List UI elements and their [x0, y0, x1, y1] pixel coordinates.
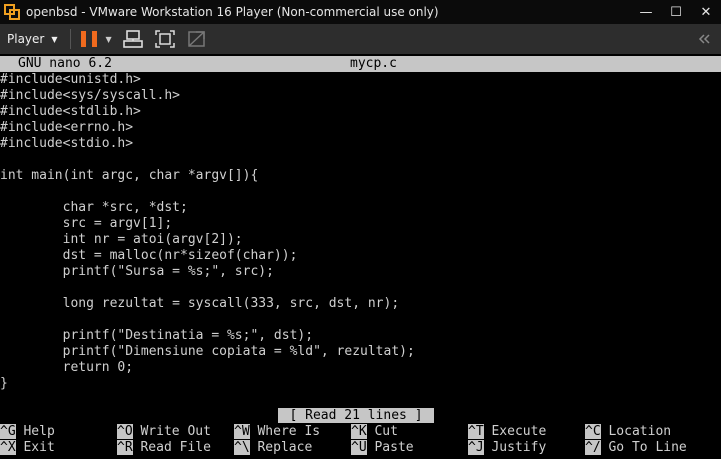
shortcut-write-out: ^O Write Out [117, 424, 211, 440]
shortcut-location: ^C Location [585, 424, 671, 440]
shortcut-label: Help [23, 424, 55, 439]
shortcut-label: Execute [491, 424, 547, 439]
player-menu-button[interactable]: Player ▼ [7, 32, 58, 46]
shortcut-exit: ^X Exit [0, 440, 55, 456]
nano-filename: mycp.c [350, 56, 397, 71]
vm-toolbar: Player ▼ ▼ [0, 24, 721, 54]
shortcut-replace: ^\ Replace [234, 440, 312, 456]
shortcut-read-file: ^R Read File [117, 440, 211, 456]
maximize-button[interactable]: ☐ [661, 0, 691, 24]
code-line: printf("Sursa = %s;", src); [0, 264, 274, 279]
shortcut-go-to-line: ^/ Go To Line [585, 440, 687, 456]
shortcut-key: ^T [468, 424, 484, 439]
player-menu-label: Player [7, 32, 45, 46]
collapse-icon[interactable] [695, 30, 713, 48]
shortcut-key: ^C [585, 424, 601, 439]
shortcut-label: Location [608, 424, 672, 439]
shortcut-help: ^G Help [0, 424, 55, 440]
shortcut-key: ^\ [234, 440, 250, 455]
vmware-app-icon[interactable] [4, 4, 20, 20]
power-menu-chevron-icon[interactable]: ▼ [106, 35, 112, 44]
code-line: dst = malloc(nr*sizeof(char)); [0, 248, 298, 263]
code-line: return 0; [0, 360, 134, 375]
shortcut-label: Exit [23, 440, 55, 455]
code-line: printf("Destinatia = %s;", dst); [0, 328, 314, 343]
shortcut-key: ^K [351, 424, 367, 439]
shortcut-label: Paste [374, 440, 414, 455]
shortcut-label: Read File [140, 440, 211, 455]
status-message: [ Read 21 lines ] [278, 408, 434, 423]
shortcut-key: ^W [234, 424, 250, 439]
code-line: int main(int argc, char *argv[]){ [0, 168, 259, 183]
fullscreen-icon[interactable] [154, 28, 176, 50]
shortcut-label: Cut [374, 424, 398, 439]
window-title: openbsd - VMware Workstation 16 Player (… [26, 5, 439, 19]
nano-header: GNU nano 6.2 mycp.c [0, 56, 721, 72]
shortcut-key: ^G [0, 424, 16, 439]
shortcut-paste: ^U Paste [351, 440, 414, 456]
shortcut-key: ^R [117, 440, 133, 455]
code-line: #include<stdlib.h> [0, 104, 141, 119]
minimize-button[interactable]: — [631, 0, 661, 24]
code-line: #include<errno.h> [0, 120, 134, 135]
shortcut-key: ^X [0, 440, 16, 455]
shortcut-label: Where Is [257, 424, 321, 439]
shortcut-execute: ^T Execute [468, 424, 546, 440]
shortcut-label: Justify [491, 440, 547, 455]
title-bar: openbsd - VMware Workstation 16 Player (… [0, 0, 721, 24]
send-ctrl-alt-del-icon[interactable] [122, 28, 144, 50]
shortcut-key: ^/ [585, 440, 601, 455]
vm-console[interactable]: GNU nano 6.2 mycp.c #include<unistd.h> #i… [0, 54, 721, 459]
pause-icon[interactable] [80, 31, 97, 47]
shortcut-justify: ^J Justify [468, 440, 546, 456]
shortcut-key: ^J [468, 440, 484, 455]
code-line: #include<unistd.h> [0, 72, 141, 87]
code-line: #include<stdio.h> [0, 136, 134, 151]
shortcut-where-is: ^W Where Is [234, 424, 320, 440]
code-line: #include<sys/syscall.h> [0, 88, 181, 103]
nano-version: GNU nano 6.2 [18, 56, 112, 71]
code-line: char *src, *dst; [0, 200, 188, 215]
chevron-down-icon: ▼ [51, 34, 58, 44]
unity-icon[interactable] [186, 28, 208, 50]
shortcut-cut: ^K Cut [351, 424, 398, 440]
shortcut-key: ^U [351, 440, 367, 455]
shortcut-label: Replace [257, 440, 313, 455]
code-line: printf("Dimensiune copiata = %ld", rezul… [0, 344, 415, 359]
shortcut-label: Write Out [140, 424, 211, 439]
code-line: int nr = atoi(argv[2]); [0, 232, 243, 247]
toolbar-divider [69, 29, 71, 49]
shortcut-key: ^O [117, 424, 133, 439]
code-line: long rezultat = syscall(333, src, dst, n… [0, 296, 400, 311]
code-line: } [0, 376, 8, 391]
code-line: src = argv[1]; [0, 216, 173, 231]
window-controls: — ☐ ✕ [631, 0, 721, 24]
close-button[interactable]: ✕ [691, 0, 721, 24]
shortcut-label: Go To Line [608, 440, 687, 455]
